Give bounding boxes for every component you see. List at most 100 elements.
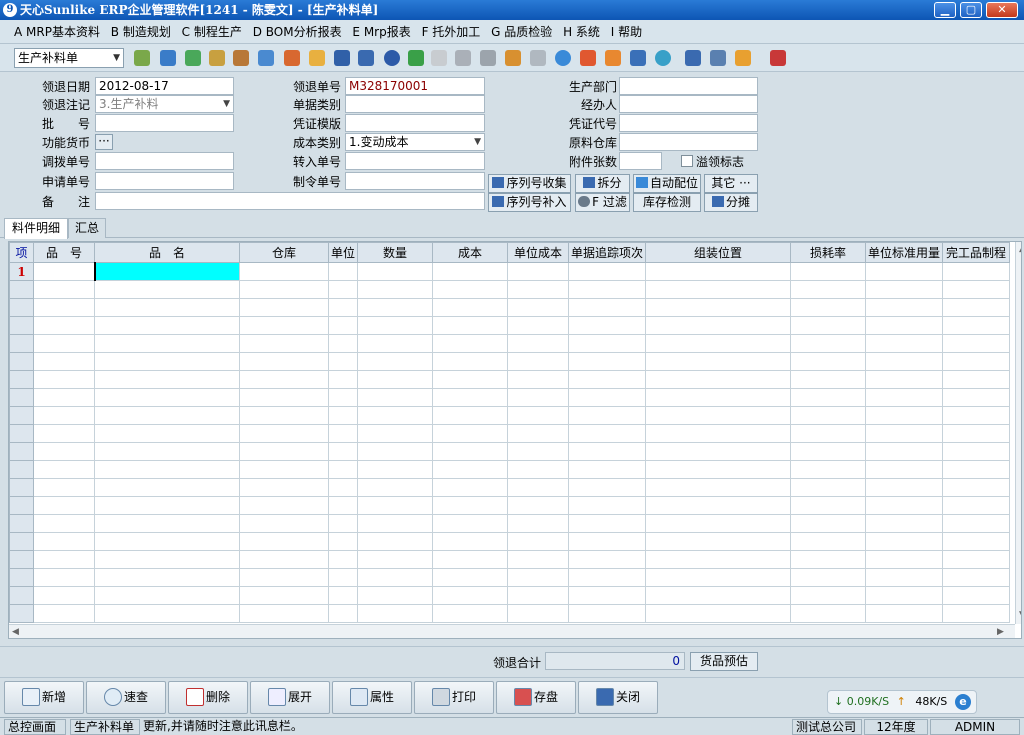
- grid-cell[interactable]: [790, 388, 866, 407]
- grid-cell[interactable]: [357, 478, 433, 497]
- grid-cell[interactable]: [568, 460, 646, 479]
- grid-cell[interactable]: [942, 370, 1010, 389]
- apply-field[interactable]: [95, 172, 234, 190]
- menu-bom-report[interactable]: D BOM分析报表: [253, 25, 342, 39]
- grid-cell[interactable]: [33, 532, 95, 551]
- grid-cell[interactable]: [507, 604, 569, 623]
- grid-cell[interactable]: [942, 478, 1010, 497]
- col-std-usage[interactable]: 单位标准用量: [865, 242, 943, 263]
- grid-cell[interactable]: [328, 514, 358, 533]
- grid-cell[interactable]: [328, 262, 358, 281]
- grid-cell[interactable]: [568, 298, 646, 317]
- delete-button[interactable]: 删除: [168, 681, 248, 714]
- row-number[interactable]: [9, 568, 34, 587]
- row-number[interactable]: [9, 442, 34, 461]
- grid-cell[interactable]: [357, 424, 433, 443]
- grid-cell[interactable]: [790, 478, 866, 497]
- grid-cell[interactable]: [33, 442, 95, 461]
- grid-cell[interactable]: [942, 298, 1010, 317]
- grid-cell[interactable]: [432, 424, 508, 443]
- grid-cell[interactable]: [568, 604, 646, 623]
- grid-cell[interactable]: [239, 460, 329, 479]
- grid-cell[interactable]: [328, 424, 358, 443]
- tool-exit-icon[interactable]: [770, 50, 786, 66]
- grid-cell[interactable]: [942, 406, 1010, 425]
- grid-cell[interactable]: [357, 442, 433, 461]
- grid-cell[interactable]: [94, 604, 240, 623]
- grid-cell[interactable]: [865, 370, 943, 389]
- grid-cell[interactable]: [94, 334, 240, 353]
- print-button[interactable]: 打印: [414, 681, 494, 714]
- grid-cell[interactable]: [790, 370, 866, 389]
- row-number[interactable]: [9, 370, 34, 389]
- table-row[interactable]: [9, 550, 1010, 569]
- grid-cell[interactable]: [790, 514, 866, 533]
- table-row[interactable]: [9, 514, 1010, 533]
- grid-cell[interactable]: [33, 316, 95, 335]
- grid-cell[interactable]: [432, 478, 508, 497]
- grid-cell[interactable]: [239, 352, 329, 371]
- warehouse-field[interactable]: [619, 133, 758, 151]
- tool-dollar-icon[interactable]: [408, 50, 424, 66]
- grid-cell[interactable]: [568, 424, 646, 443]
- grid-cell[interactable]: [357, 388, 433, 407]
- grid-cell[interactable]: [33, 586, 95, 605]
- grid-cell[interactable]: [865, 460, 943, 479]
- grid-cell[interactable]: [432, 316, 508, 335]
- grid-cell[interactable]: [239, 424, 329, 443]
- status-current-tab[interactable]: 生产补料单: [70, 719, 140, 735]
- table-row[interactable]: [9, 370, 1010, 389]
- tool-help-icon[interactable]: [384, 50, 400, 66]
- grid-cell[interactable]: [507, 298, 569, 317]
- grid-cell[interactable]: [645, 586, 791, 605]
- col-unit[interactable]: 单位: [328, 242, 358, 263]
- grid-cell[interactable]: [94, 532, 240, 551]
- stock-check-button[interactable]: 库存检测: [633, 193, 701, 212]
- menu-quality-check[interactable]: G 品质检验: [491, 25, 552, 39]
- col-process[interactable]: 完工品制程: [942, 242, 1010, 263]
- tool-book-icon[interactable]: [334, 50, 350, 66]
- row-number[interactable]: [9, 316, 34, 335]
- grid-cell[interactable]: [865, 442, 943, 461]
- tool-copy-icon[interactable]: [530, 50, 546, 66]
- grid-cell[interactable]: [94, 424, 240, 443]
- currency-button[interactable]: ···: [95, 134, 113, 150]
- grid-cell[interactable]: [645, 568, 791, 587]
- menu-help[interactable]: I 帮助: [611, 25, 642, 39]
- properties-button[interactable]: 属性: [332, 681, 412, 714]
- table-row[interactable]: [9, 460, 1010, 479]
- grid-cell[interactable]: [942, 550, 1010, 569]
- grid-cell[interactable]: [328, 388, 358, 407]
- grid-cell[interactable]: [942, 388, 1010, 407]
- grid-cell[interactable]: [328, 532, 358, 551]
- grid-cell[interactable]: [94, 370, 240, 389]
- grid-cell[interactable]: [432, 388, 508, 407]
- row-number[interactable]: [9, 496, 34, 515]
- table-row[interactable]: [9, 424, 1010, 443]
- grid-cell[interactable]: [94, 460, 240, 479]
- grid-cell[interactable]: [239, 568, 329, 587]
- grid-cell[interactable]: [865, 514, 943, 533]
- tool-refresh-icon[interactable]: [655, 50, 671, 66]
- grid-cell[interactable]: [865, 334, 943, 353]
- grid-cell[interactable]: [568, 514, 646, 533]
- table-row[interactable]: [9, 586, 1010, 605]
- grid-cell[interactable]: [790, 568, 866, 587]
- grid-cell[interactable]: [568, 262, 646, 281]
- grid-cell[interactable]: [33, 460, 95, 479]
- row-number[interactable]: [9, 406, 34, 425]
- grid-cell[interactable]: [328, 478, 358, 497]
- grid-cell[interactable]: [568, 316, 646, 335]
- scroll-right-icon[interactable]: ▶: [997, 627, 1004, 637]
- grid-cell[interactable]: [942, 460, 1010, 479]
- tool-chart-icon[interactable]: [605, 50, 621, 66]
- grid-cell[interactable]: [33, 406, 95, 425]
- grid-cell[interactable]: [942, 604, 1010, 623]
- grid-cell[interactable]: [645, 442, 791, 461]
- grid-cell[interactable]: [33, 550, 95, 569]
- grid-cell[interactable]: [507, 424, 569, 443]
- grid-cell[interactable]: [432, 496, 508, 515]
- grid-cell[interactable]: [239, 334, 329, 353]
- grid-cell[interactable]: [507, 568, 569, 587]
- tool-pencil-icon[interactable]: [580, 50, 596, 66]
